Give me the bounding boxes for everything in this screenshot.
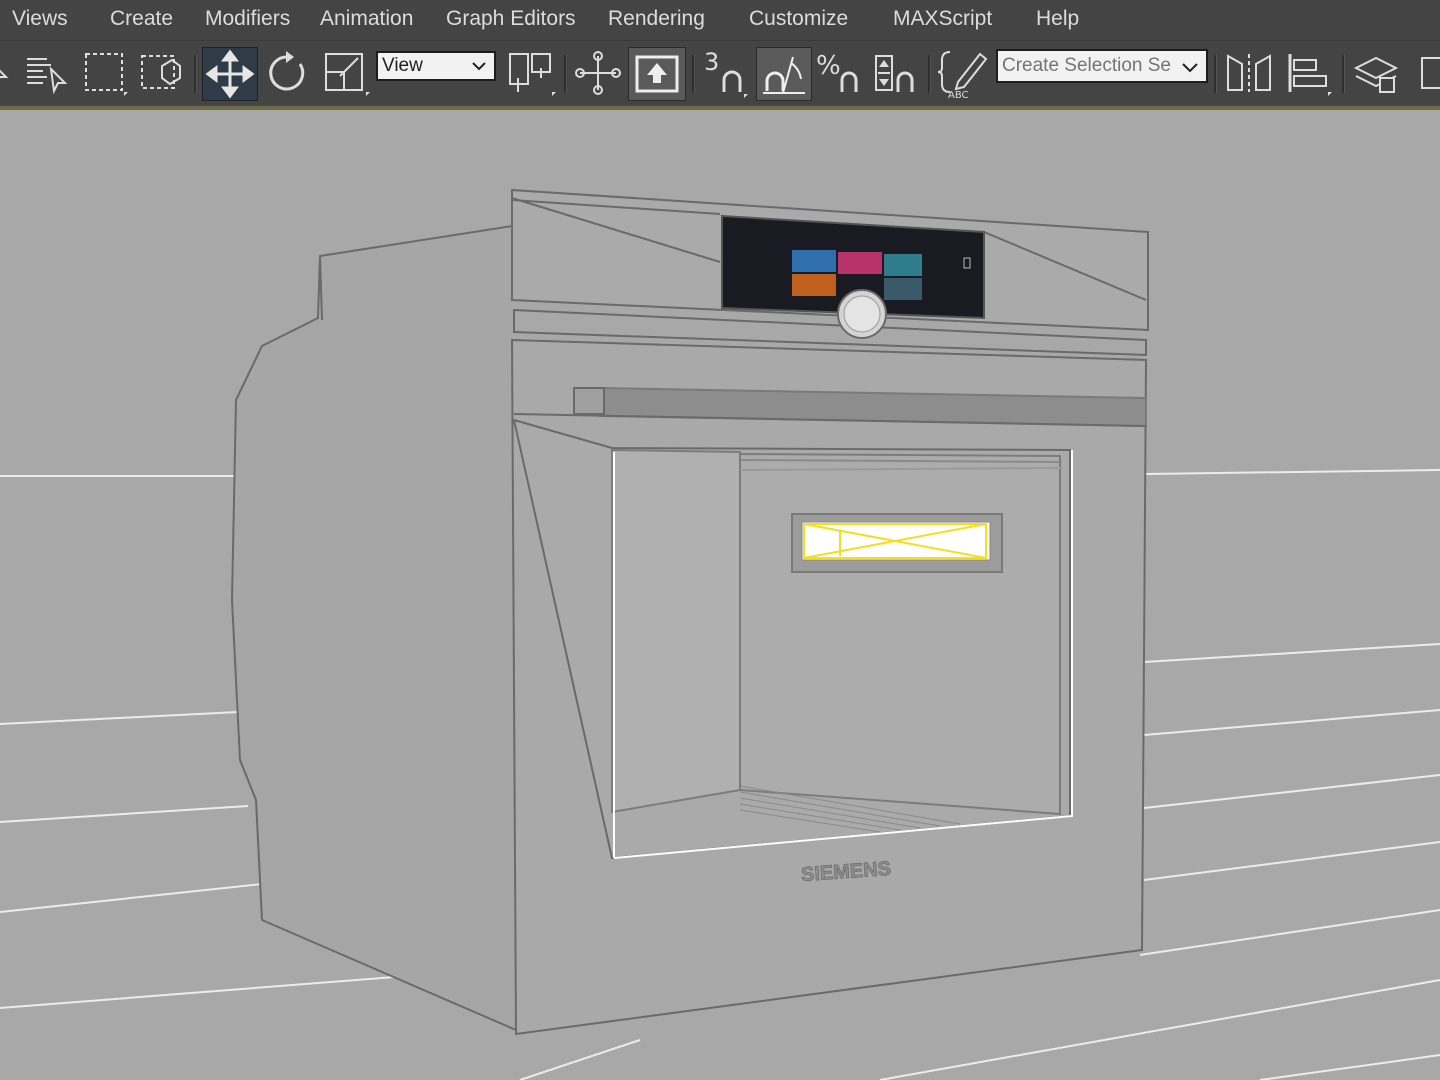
toolbar-separator [928,55,931,93]
rotate-icon [269,51,305,91]
align-icon [1288,54,1332,96]
display-tile [884,254,922,276]
snaps-toggle-button[interactable]: 3 [700,47,750,99]
3dsmax-window: Views Create Modifiers Animation Graph E… [0,0,1440,1080]
named-selection-sets-input[interactable] [1002,55,1172,77]
edit-named-selection-button[interactable]: ABC [936,47,990,100]
display-tile [838,252,882,274]
rectangular-selection-button[interactable] [80,47,130,99]
percent-snap-icon: % [816,51,858,92]
toolbar-separator [692,55,695,93]
toggle-scene-explorer-button[interactable] [1350,47,1404,99]
angle-snap-toggle-button[interactable] [756,47,812,101]
menu-graph-editors[interactable]: Graph Editors [446,7,576,31]
toggle-layer-explorer-button[interactable] [1412,47,1440,99]
svg-text:ABC: ABC [948,90,969,100]
layer-explorer-icon [1421,57,1440,89]
menu-animation[interactable]: Animation [320,7,413,31]
window-crossing-icon [141,55,181,89]
upload-box-icon [635,55,679,93]
keyboard-shortcut-override-button[interactable] [628,47,686,101]
select-by-name-icon [27,58,68,95]
angle-snap-icon [763,56,805,94]
chevron-down-icon [1182,63,1198,73]
rectangle-region-icon [85,53,128,96]
window-crossing-button[interactable] [138,47,188,99]
toolbar-separator [1214,55,1217,93]
pivot-center-icon [509,53,556,96]
align-button[interactable] [1282,47,1336,99]
viewport-canvas[interactable]: SIEMENS [0,110,1440,1080]
main-toolbar: View 3 % ABC Create Selection Se [0,40,1440,107]
svg-text:%: % [816,51,841,81]
perspective-viewport[interactable]: SIEMENS [0,110,1440,1080]
spinner-snap-toggle-button[interactable] [870,47,920,99]
oven-model[interactable] [230,188,1149,1036]
percent-snap-toggle-button[interactable]: % [814,47,864,99]
selected-oven-lamp[interactable] [791,513,1003,573]
select-by-name-button[interactable] [20,47,72,99]
menu-customize[interactable]: Customize [749,7,848,31]
select-object-button[interactable] [0,47,12,99]
display-tile [884,278,922,300]
named-selection-pencil-icon: ABC [937,51,988,100]
magnet-snap-icon: 3 [704,48,748,98]
mirror-icon [1227,54,1271,92]
display-tile [792,274,836,296]
toolbar-separator [1342,55,1345,93]
select-and-scale-button[interactable] [320,47,372,99]
menu-modifiers[interactable]: Modifiers [205,7,290,31]
select-and-manipulate-button[interactable] [572,47,624,99]
select-and-move-button[interactable] [202,47,258,101]
move-icon [205,49,255,99]
reference-coordinate-dropdown[interactable]: View [376,51,496,81]
use-pivot-center-button[interactable] [504,47,558,99]
menu-rendering[interactable]: Rendering [608,7,705,31]
chevron-down-icon [472,62,486,71]
menu-views[interactable]: Views [12,7,68,31]
menu-maxscript[interactable]: MAXScript [893,7,992,31]
toolbar-separator [564,55,567,93]
reference-coordinate-value: View [382,55,423,76]
scale-icon [325,53,370,96]
spinner-snap-icon [875,55,914,92]
toolbar-separator [194,55,197,93]
menu-create[interactable]: Create [110,7,173,31]
mirror-button[interactable] [1222,47,1276,99]
select-cursor-icon [0,69,9,79]
named-selection-sets-dropdown[interactable] [996,49,1208,83]
layers-icon [1353,56,1399,93]
menu-bar: Views Create Modifiers Animation Graph E… [0,0,1440,40]
display-tile [792,250,836,272]
select-and-rotate-button[interactable] [262,47,312,99]
snap-value: 3 [704,48,719,76]
manipulate-icon [575,51,621,95]
menu-help[interactable]: Help [1036,7,1079,31]
